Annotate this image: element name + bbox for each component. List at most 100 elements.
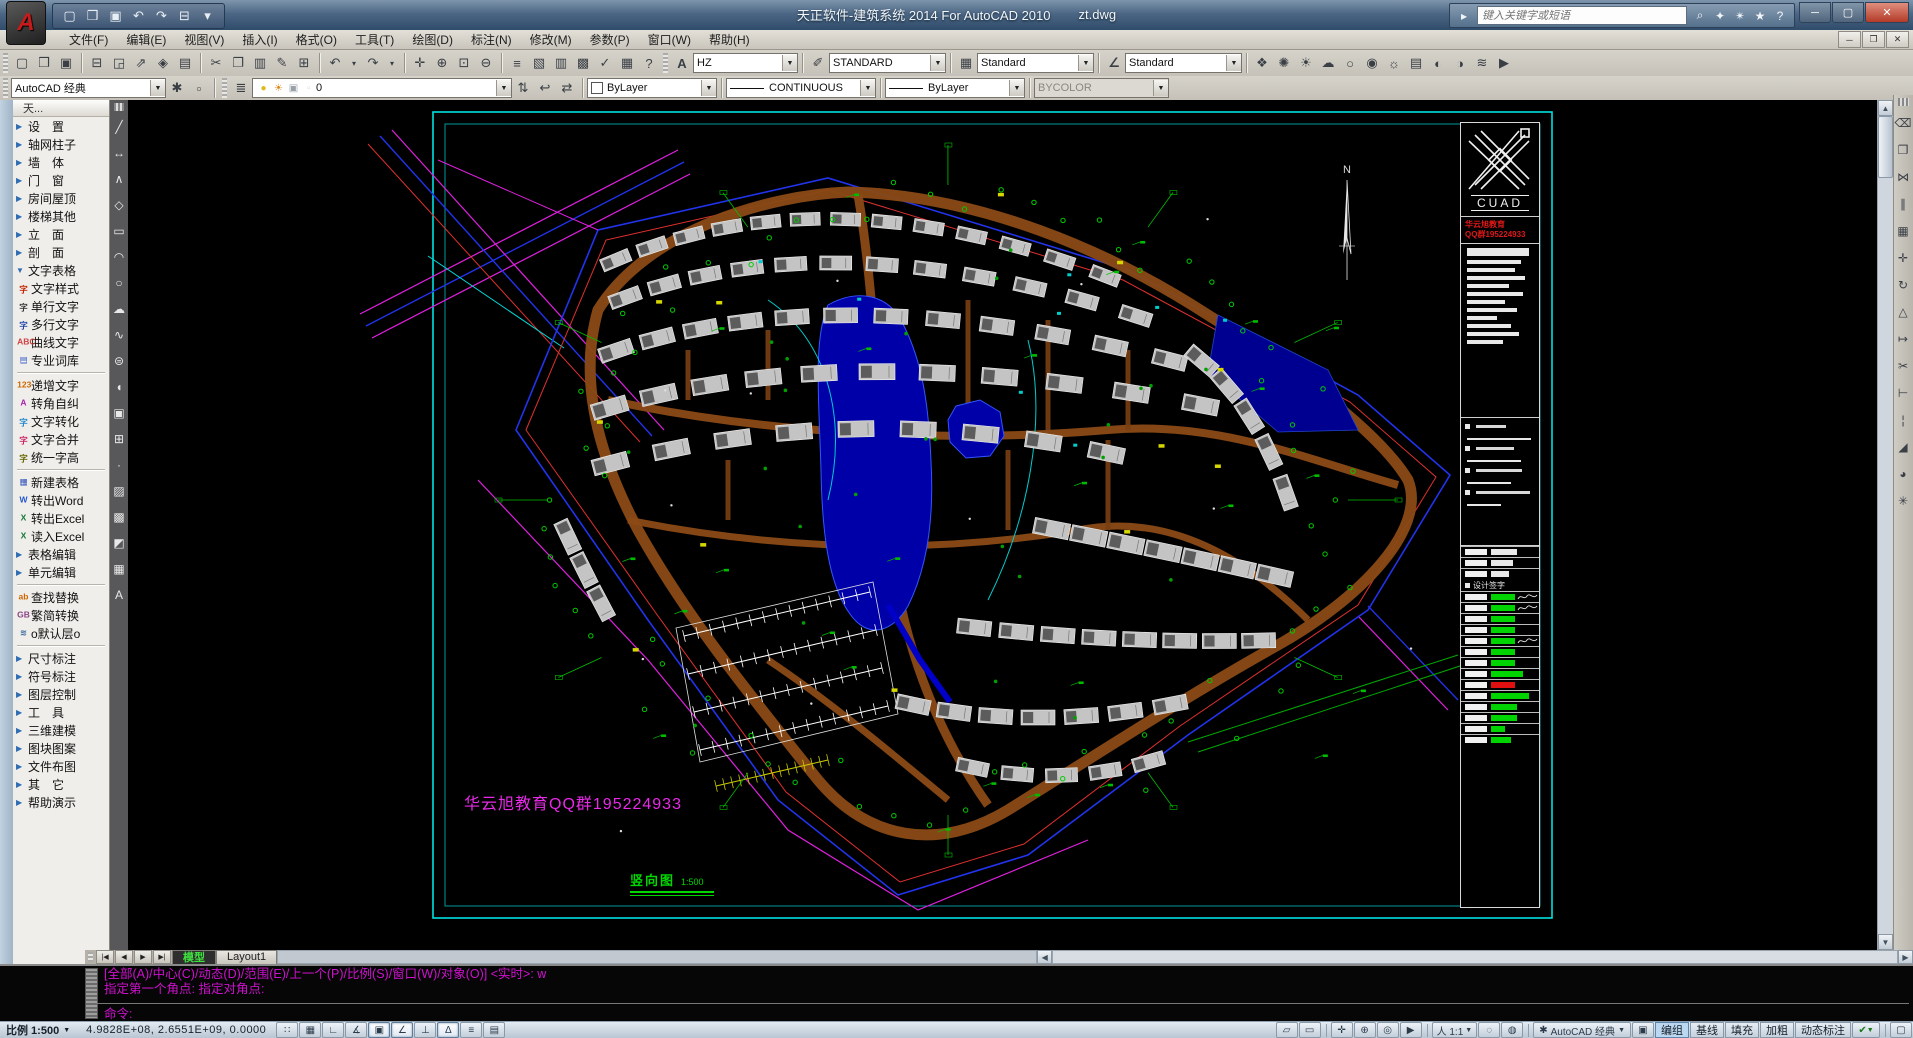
properties-icon[interactable]: ≡	[506, 52, 528, 74]
ellipse-arc-icon[interactable]: ◖	[110, 374, 128, 400]
ducs-toggle[interactable]: ⊥	[414, 1022, 436, 1038]
toolbar-grip[interactable]	[222, 78, 227, 98]
zoom-icon[interactable]: ⊕	[1354, 1022, 1376, 1038]
dim-style-combo[interactable]: STANDARD▼	[829, 53, 946, 73]
model-space-icon[interactable]: ▱	[1276, 1022, 1298, 1038]
match-properties-icon[interactable]: ✎	[271, 52, 293, 74]
sidebar-item-room-roof[interactable]: ▶房间屋顶	[13, 189, 109, 207]
layout-space-icon[interactable]: ▭	[1299, 1022, 1321, 1038]
ortho-toggle[interactable]: ∟	[322, 1022, 344, 1038]
tab-nav-button-2[interactable]: ▶	[134, 950, 152, 964]
sidebar-item-find-replace[interactable]: ab查找替换	[13, 588, 109, 606]
save-icon[interactable]: ▣	[55, 52, 77, 74]
sidebar-item-others[interactable]: ▶其 它	[13, 775, 109, 793]
scroll-left-icon[interactable]: ◀	[1037, 950, 1052, 964]
light-list-icon[interactable]: ▤	[1405, 52, 1427, 74]
vertical-scroll-thumb[interactable]	[1878, 116, 1893, 178]
chevron-down-icon[interactable]: ▼	[701, 80, 716, 96]
ellipse-icon[interactable]: ⊜	[110, 348, 128, 374]
materials-icon[interactable]: ◐	[1427, 52, 1449, 74]
subscription-center-icon[interactable]: ✴	[1730, 6, 1750, 26]
new-file-icon[interactable]: ▢	[59, 6, 80, 27]
rotate-icon[interactable]: ↻	[1894, 271, 1912, 298]
undo-dropdown-icon[interactable]: ▾	[346, 52, 362, 74]
sidebar-item-text-style[interactable]: 字文字样式	[13, 279, 109, 297]
sidebar-item-elevation[interactable]: ▶立 面	[13, 225, 109, 243]
communication-center-icon[interactable]: ✦	[1710, 6, 1730, 26]
sun-status-icon[interactable]: ☀	[1295, 52, 1317, 74]
grid-toggle[interactable]: ▦	[299, 1022, 321, 1038]
zoom-realtime-icon[interactable]: ⊕	[431, 52, 453, 74]
3d-dwf-icon[interactable]: ◈	[152, 52, 174, 74]
spot-light-icon[interactable]: ◉	[1361, 52, 1383, 74]
sidebar-item-default-layer[interactable]: ≋o默认层o	[13, 624, 109, 642]
sidebar-item-unify-text-height[interactable]: 字统一字高	[13, 448, 109, 466]
status-button-2[interactable]: 填充	[1725, 1022, 1759, 1038]
sidebar-item-dimension[interactable]: ▶尺寸标注	[13, 649, 109, 667]
layer-properties-icon[interactable]: ≣	[230, 77, 252, 99]
close-button[interactable]: ✕	[1865, 2, 1909, 23]
chevron-down-icon[interactable]: ▼	[860, 80, 875, 96]
dyn-toggle[interactable]: Δ	[437, 1022, 459, 1038]
collapse-icon[interactable]: ▸	[1454, 6, 1474, 26]
open-file-icon[interactable]: ❒	[82, 6, 103, 27]
copy-icon[interactable]: ❐	[227, 52, 249, 74]
qat-options-icon[interactable]: ▾	[197, 6, 218, 27]
sidebar-item-new-table[interactable]: ▦新建表格	[13, 473, 109, 491]
chevron-down-icon[interactable]: ▼	[930, 55, 945, 71]
tab-nav-button-0[interactable]: |◀	[96, 950, 114, 964]
block-editor-icon[interactable]: ⊞	[293, 52, 315, 74]
tab-nav-button-1[interactable]: ◀	[115, 950, 133, 964]
menu-item-1[interactable]: 编辑(E)	[117, 29, 175, 50]
status-button-4[interactable]: 动态标注	[1795, 1022, 1851, 1038]
menu-item-4[interactable]: 格式(O)	[287, 29, 346, 50]
sidebar-item-layer-control[interactable]: ▶图层控制	[13, 685, 109, 703]
chamfer-icon[interactable]: ◢	[1894, 433, 1912, 460]
annotation-visibility-icon[interactable]: ◌	[1478, 1022, 1500, 1038]
showmotion-icon[interactable]: ▶	[1400, 1022, 1422, 1038]
sidebar-item-wall[interactable]: ▶墙 体	[13, 153, 109, 171]
zoom-previous-icon[interactable]: ⊖	[475, 52, 497, 74]
lock-icon[interactable]: ▣	[1632, 1022, 1654, 1038]
arc-icon[interactable]: ◠	[110, 244, 128, 270]
sidebar-item-increment-text[interactable]: 123递增文字	[13, 376, 109, 394]
sidebar-item-multi-line-text[interactable]: 字多行文字	[13, 315, 109, 333]
workspace-combo[interactable]: AutoCAD 经典▼	[11, 78, 166, 98]
chevron-down-icon[interactable]: ▼	[1153, 80, 1168, 96]
trim-icon[interactable]: ✂	[1894, 352, 1912, 379]
region-icon[interactable]: ◩	[110, 530, 128, 556]
scroll-down-icon[interactable]: ▼	[1878, 934, 1893, 950]
sidebar-item-block-pattern[interactable]: ▶图块图案	[13, 739, 109, 757]
status-button-3[interactable]: 加粗	[1760, 1022, 1794, 1038]
point-icon[interactable]: ·	[110, 452, 128, 478]
sidebar-item-curve-text[interactable]: ABC曲线文字	[13, 333, 109, 351]
color-combo[interactable]: ByLayer▼	[587, 78, 717, 98]
chevron-down-icon[interactable]: ▼	[1009, 80, 1024, 96]
pan-icon[interactable]: ✛	[1331, 1022, 1353, 1038]
redo-dropdown-icon[interactable]: ▾	[384, 52, 400, 74]
layer-combo[interactable]: ●☀▣▫0▼	[252, 78, 512, 98]
snap-toggle[interactable]: ∷	[276, 1022, 298, 1038]
sidebar-item-text-convert[interactable]: 字文字转化	[13, 412, 109, 430]
offset-icon[interactable]: ∥	[1894, 190, 1912, 217]
sidebar-item-help-demo[interactable]: ▶帮助演示	[13, 793, 109, 811]
tab-layout1[interactable]: Layout1	[216, 950, 277, 965]
command-window[interactable]: [全部(A)/中心(C)/动态(D)/范围(E)/上一个(P)/比例(S)/窗口…	[0, 964, 1913, 1021]
maximize-button[interactable]: ▢	[1832, 2, 1864, 23]
image-icon[interactable]: ▤	[174, 52, 196, 74]
plot-icon[interactable]: ⊟	[174, 6, 195, 27]
layer-previous-icon[interactable]: ↩	[534, 77, 556, 99]
paste-icon[interactable]: ▥	[249, 52, 271, 74]
sidebar-item-table-edit[interactable]: ▶表格编辑	[13, 545, 109, 563]
command-prompt[interactable]: 命令:	[104, 1007, 132, 1022]
layer-states-icon[interactable]: ⇅	[512, 77, 534, 99]
pan-icon[interactable]: ✛	[409, 52, 431, 74]
dim-style-icon[interactable]: ✐	[807, 52, 829, 74]
sheet-set-icon[interactable]: ▩	[572, 52, 594, 74]
scale-dropdown[interactable]: 比例 1:500▼	[0, 1022, 76, 1038]
toolbar-grip[interactable]	[114, 103, 124, 111]
doc-minimize-button[interactable]: ─	[1838, 31, 1861, 48]
scroll-right-icon[interactable]: ▶	[1898, 950, 1913, 964]
sidebar-item-section[interactable]: ▶剖 面	[13, 243, 109, 261]
sidebar-item-stair-other[interactable]: ▶楼梯其他	[13, 207, 109, 225]
